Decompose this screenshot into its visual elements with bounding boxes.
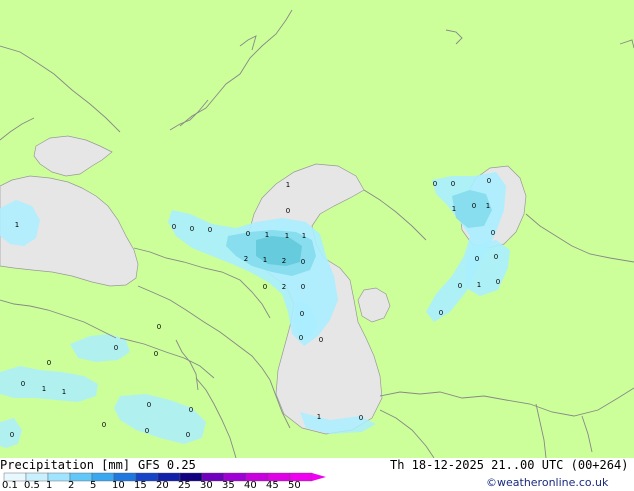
- precip-value-label: 1: [285, 232, 289, 240]
- colorbar-tick-label: 0.1: [2, 480, 18, 491]
- precip-value-label: 0: [491, 229, 495, 237]
- precip-value-label: 0: [299, 334, 303, 342]
- precip-value-label: 1: [317, 413, 321, 421]
- precip-value-label: 0: [263, 283, 267, 291]
- precip-value-label: 1: [42, 385, 46, 393]
- precip-value-label: 0: [208, 226, 212, 234]
- precip-value-label: 0: [102, 421, 106, 429]
- precip-value-label: 0: [319, 336, 323, 344]
- precip-value-label: 0: [433, 180, 437, 188]
- precip-value-label: 1: [15, 221, 19, 229]
- precip-value-label: 2: [282, 257, 286, 265]
- precip-value-label: 0: [451, 180, 455, 188]
- map-title: Precipitation [mm]: [0, 458, 131, 472]
- map-footer: Precipitation [mm] GFS 0.25 Th 18-12-202…: [0, 458, 634, 491]
- model-name: GFS 0.25: [138, 458, 196, 472]
- colorbar-tick-label: 40: [244, 480, 257, 491]
- precip-value-label: 0: [487, 177, 491, 185]
- precip-value-label: 1: [265, 231, 269, 239]
- precip-value-label: 0: [189, 406, 193, 414]
- precip-value-label: 0: [157, 323, 161, 331]
- valid-time: Th 18-12-2025 21..00 UTC (00+264): [390, 458, 629, 472]
- precip-value-label: 0: [172, 223, 176, 231]
- precip-value-label: 0: [47, 359, 51, 367]
- colorbar-end-arrow: [312, 473, 326, 481]
- precip-value-label: 0: [21, 380, 25, 388]
- precipitation-map: 1 0 0 0 0 0 1 1 1 1 2 1 2 0 0 2 0 0 0 0 0 0 0 0 0 1 1 0 0 1 0 0 0 0 0 0 0 0 1 0…: [0, 0, 634, 458]
- precip-value-label: 1: [302, 232, 306, 240]
- precip-value-label: 0: [496, 278, 500, 286]
- colorbar-tick-label: 45: [266, 480, 279, 491]
- credit-link[interactable]: ©weatheronline.co.uk: [486, 476, 608, 489]
- precip-value-label: 0: [472, 202, 476, 210]
- precip-value-label: 0: [114, 344, 118, 352]
- colorbar-tick-label: 10: [112, 480, 125, 491]
- colorbar-tick-label: 30: [200, 480, 213, 491]
- colorbar-tick-label: 50: [288, 480, 301, 491]
- precip-value-label: 0: [246, 230, 250, 238]
- precip-value-label: 0: [147, 401, 151, 409]
- colorbar-tick-label: 2: [68, 480, 75, 491]
- precip-value-label: 0: [439, 309, 443, 317]
- precip-value-label: 0: [301, 283, 305, 291]
- colorbar-tick-label: 25: [178, 480, 191, 491]
- precip-value-label: 1: [477, 281, 481, 289]
- precip-value-label: 0: [300, 310, 304, 318]
- precip-value-label: 0: [458, 282, 462, 290]
- precip-value-label: 2: [282, 283, 286, 291]
- precip-value-label: 0: [190, 225, 194, 233]
- precip-value-label: 1: [62, 388, 66, 396]
- precip-value-label: 0: [286, 207, 290, 215]
- precip-value-label: 1: [452, 205, 456, 213]
- colorbar-tick-label: 15: [134, 480, 147, 491]
- colorbar-tick-label: 1: [46, 480, 53, 491]
- colorbar-tick-label: 35: [222, 480, 235, 491]
- precip-value-label: 0: [475, 255, 479, 263]
- precip-value-label: 1: [486, 202, 490, 210]
- precip-value-label: 0: [154, 350, 158, 358]
- colorbar-tick-label: 20: [156, 480, 169, 491]
- precip-value-label: 0: [301, 258, 305, 266]
- precip-value-label: 1: [263, 256, 267, 264]
- precip-value-label: 0: [359, 414, 363, 422]
- colorbar-tick-label: 5: [90, 480, 97, 491]
- precip-value-label: 0: [145, 427, 149, 435]
- precip-value-label: 0: [10, 431, 14, 439]
- colorbar-tick-label: 0.5: [24, 480, 40, 491]
- precip-value-label: 1: [286, 181, 290, 189]
- precip-value-label: 2: [244, 255, 248, 263]
- precip-value-label: 0: [186, 431, 190, 439]
- precip-value-label: 0: [494, 253, 498, 261]
